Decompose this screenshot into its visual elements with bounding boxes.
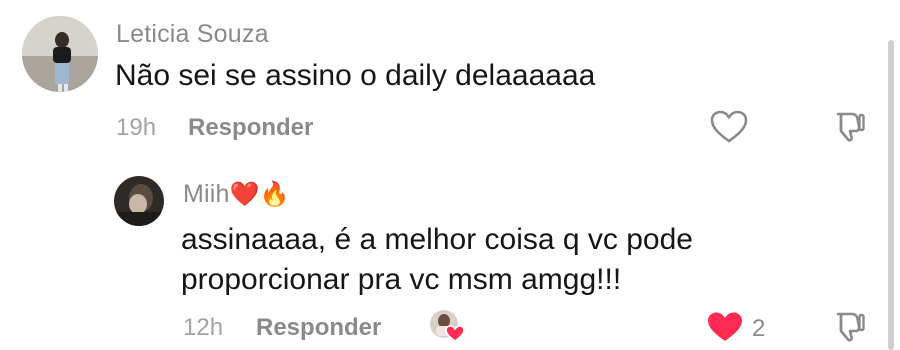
reply-author-name: Miih (183, 180, 230, 208)
avatar[interactable] (22, 16, 98, 92)
thumbs-down-icon[interactable] (832, 310, 866, 344)
like-count: 2 (752, 315, 766, 342)
creator-liked-heart-icon (428, 308, 466, 344)
reply-button[interactable]: Responder (188, 114, 313, 142)
comments-panel: Leticia Souza Não sei se assino o daily … (0, 0, 900, 350)
author-emojis: ❤️🔥 (229, 181, 290, 208)
scrollbar[interactable] (888, 40, 894, 350)
reply-text-line: proporcionar pra vc msm amgg!!! (181, 263, 622, 296)
heart-outline-icon[interactable] (710, 110, 748, 144)
reply-text-line: assinaaaa, é a melhor coisa q vc pode (181, 223, 693, 256)
reply-timestamp: 12h (183, 314, 224, 341)
avatar[interactable] (114, 176, 164, 226)
comment-author[interactable]: Leticia Souza (116, 20, 269, 49)
comment-timestamp: 19h (116, 114, 157, 141)
heart-filled-icon[interactable] (706, 311, 744, 343)
thumbs-down-icon[interactable] (832, 110, 866, 144)
comment-text: Não sei se assino o daily delaaaaaa (115, 59, 596, 92)
reply-text: assinaaaa, é a melhor coisa q vc pode pr… (181, 220, 693, 300)
reply-button[interactable]: Responder (256, 314, 381, 342)
reply-author[interactable]: Miih❤️🔥 (183, 180, 290, 209)
